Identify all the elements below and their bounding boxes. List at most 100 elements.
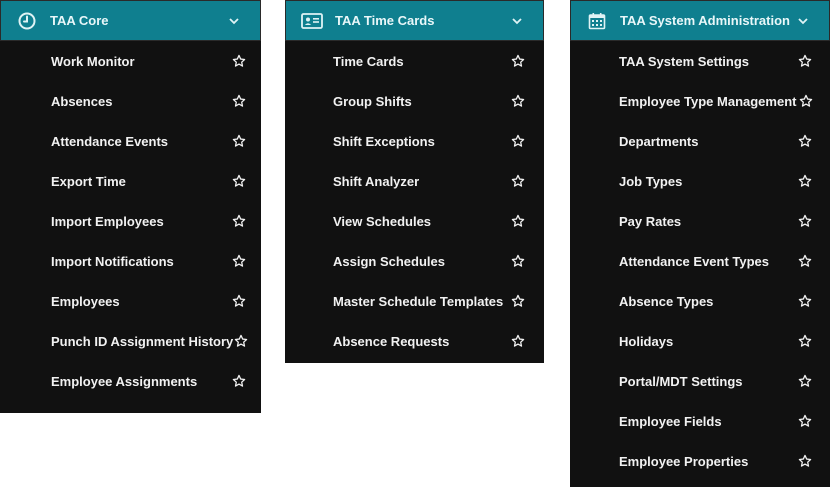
menu-item-label: Absence Requests xyxy=(333,333,450,349)
panel-header-taa-core[interactable]: TAA Core xyxy=(0,0,261,41)
menu-item[interactable]: Attendance Event Types xyxy=(570,241,830,281)
menu-item-label: Attendance Event Types xyxy=(619,253,770,269)
menu-item-label: TAA System Settings xyxy=(619,53,750,69)
star-icon[interactable] xyxy=(508,131,528,151)
menu-item-label: Import Employees xyxy=(51,213,164,229)
menu-item-label: Pay Rates xyxy=(619,213,682,229)
menu-item-label: Departments xyxy=(619,133,699,149)
menu-item[interactable]: Import Notifications xyxy=(0,241,261,281)
menu-item[interactable]: Work Monitor xyxy=(0,41,261,81)
star-icon[interactable] xyxy=(508,331,528,351)
panel-taa-system-administration: TAA System Administration TAA System Set… xyxy=(570,0,830,487)
star-icon[interactable] xyxy=(508,211,528,231)
star-icon[interactable] xyxy=(795,371,815,391)
star-icon[interactable] xyxy=(233,331,249,351)
menu-item[interactable]: Shift Exceptions xyxy=(285,121,544,161)
menu-item[interactable]: Pay Rates xyxy=(570,201,830,241)
star-icon[interactable] xyxy=(795,131,815,151)
menu-item-label: Punch ID Assignment History xyxy=(51,333,234,349)
menu-item-label: Job Types xyxy=(619,173,683,189)
menu-item[interactable]: Job Types xyxy=(570,161,830,201)
menu-item[interactable]: Export Time xyxy=(0,161,261,201)
chevron-down-icon[interactable] xyxy=(507,17,527,25)
menu-item[interactable]: Departments xyxy=(570,121,830,161)
menu-item-label: Group Shifts xyxy=(333,93,412,109)
star-icon[interactable] xyxy=(508,291,528,311)
menu-item[interactable]: Attendance Events xyxy=(0,121,261,161)
menu-list: Time Cards Group Shifts Shift Exceptions… xyxy=(285,41,544,361)
menu-item-label: Time Cards xyxy=(333,53,404,69)
star-icon[interactable] xyxy=(796,91,815,111)
menu-item[interactable]: Absence Requests xyxy=(285,321,544,361)
menu-item-label: Assign Schedules xyxy=(333,253,445,269)
chevron-down-icon[interactable] xyxy=(793,17,813,25)
menu-item[interactable]: Holidays xyxy=(570,321,830,361)
menu-list: TAA System Settings Employee Type Manage… xyxy=(570,41,830,481)
star-icon[interactable] xyxy=(229,211,249,231)
menu-item-label: Work Monitor xyxy=(51,53,135,69)
panel-title: TAA System Administration xyxy=(620,13,790,28)
star-icon[interactable] xyxy=(229,371,249,391)
menu-item[interactable]: Master Schedule Templates xyxy=(285,281,544,321)
panel-header-taa-time-cards[interactable]: TAA Time Cards xyxy=(285,0,544,41)
menu-item[interactable]: Employee Fields xyxy=(570,401,830,441)
menu-item[interactable]: Employee Type Management xyxy=(570,81,830,121)
menu-item-label: Employee Properties xyxy=(619,453,749,469)
menu-item[interactable]: Time Cards xyxy=(285,41,544,81)
panel-taa-time-cards: TAA Time Cards Time Cards Group Shifts S… xyxy=(285,0,544,363)
star-icon[interactable] xyxy=(229,131,249,151)
menu-item[interactable]: Employee Assignments xyxy=(0,361,261,401)
menu-item-label: Absences xyxy=(51,93,113,109)
star-icon[interactable] xyxy=(508,251,528,271)
chevron-down-icon[interactable] xyxy=(224,17,244,25)
menu-item[interactable]: Import Employees xyxy=(0,201,261,241)
menu-item[interactable]: Portal/MDT Settings xyxy=(570,361,830,401)
star-icon[interactable] xyxy=(795,211,815,231)
panel-header-taa-system-administration[interactable]: TAA System Administration xyxy=(570,0,830,41)
menu-item[interactable]: TAA System Settings xyxy=(570,41,830,81)
menu-item[interactable]: Absence Types xyxy=(570,281,830,321)
menu-item-label: Shift Exceptions xyxy=(333,133,435,149)
menu-item[interactable]: Punch ID Assignment History xyxy=(0,321,261,361)
menu-item-label: Attendance Events xyxy=(51,133,169,149)
star-icon[interactable] xyxy=(795,171,815,191)
star-icon[interactable] xyxy=(508,171,528,191)
menu-item[interactable]: Group Shifts xyxy=(285,81,544,121)
menu-item-label: Master Schedule Templates xyxy=(333,293,504,309)
menu-item[interactable]: Absences xyxy=(0,81,261,121)
menu-item-label: Employees xyxy=(51,293,120,309)
menu-item-label: Absence Types xyxy=(619,293,714,309)
menu-item[interactable]: Employee Properties xyxy=(570,441,830,481)
menu-item-label: Portal/MDT Settings xyxy=(619,373,743,389)
menu-item-label: Shift Analyzer xyxy=(333,173,420,189)
menu-item-label: Holidays xyxy=(619,333,674,349)
menu-item-label: View Schedules xyxy=(333,213,432,229)
star-icon[interactable] xyxy=(229,251,249,271)
panel-title: TAA Core xyxy=(50,13,109,28)
menu-item-label: Employee Assignments xyxy=(51,373,198,389)
menu-item-label: Employee Fields xyxy=(619,413,722,429)
menu-item[interactable]: Employees xyxy=(0,281,261,321)
menu-item-label: Employee Type Management xyxy=(619,93,797,109)
panel-taa-core: TAA Core Work Monitor Absences Attendanc… xyxy=(0,0,261,413)
star-icon[interactable] xyxy=(795,291,815,311)
star-icon[interactable] xyxy=(795,331,815,351)
star-icon[interactable] xyxy=(795,51,815,71)
id-card-icon xyxy=(297,12,327,29)
menu-item[interactable]: Assign Schedules xyxy=(285,241,544,281)
star-icon[interactable] xyxy=(229,171,249,191)
star-icon[interactable] xyxy=(795,451,815,471)
clock-icon xyxy=(12,12,42,30)
star-icon[interactable] xyxy=(508,51,528,71)
menu-item[interactable]: Shift Analyzer xyxy=(285,161,544,201)
menu-item-label: Export Time xyxy=(51,173,126,189)
star-icon[interactable] xyxy=(229,51,249,71)
panel-title: TAA Time Cards xyxy=(335,13,435,28)
star-icon[interactable] xyxy=(795,411,815,431)
menu-item[interactable]: View Schedules xyxy=(285,201,544,241)
menu-list: Work Monitor Absences Attendance Events … xyxy=(0,41,261,401)
star-icon[interactable] xyxy=(795,251,815,271)
star-icon[interactable] xyxy=(229,91,249,111)
star-icon[interactable] xyxy=(229,291,249,311)
star-icon[interactable] xyxy=(508,91,528,111)
